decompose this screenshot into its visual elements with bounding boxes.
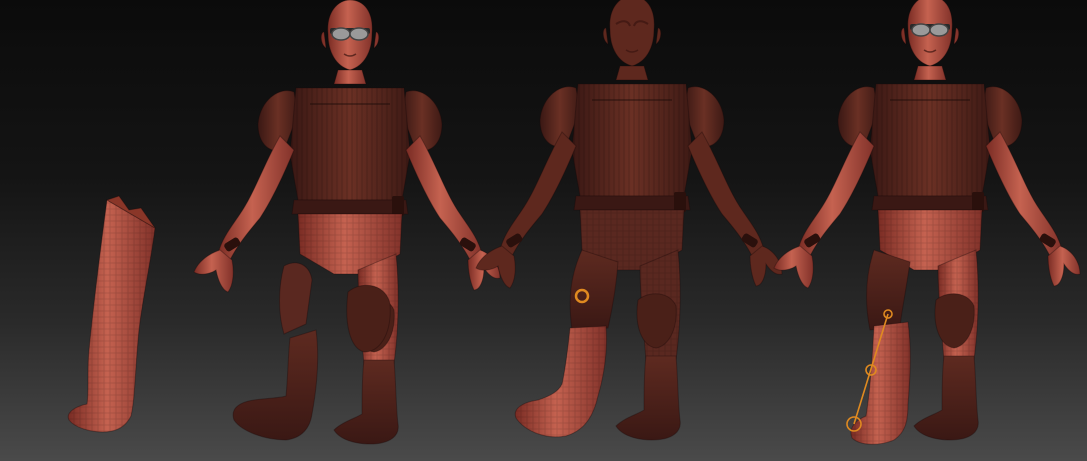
belt [871, 195, 989, 211]
boot-left [615, 355, 681, 441]
hand-right [193, 249, 234, 293]
detached-leg-subtool [67, 195, 156, 433]
exploded-knee-piece [279, 262, 313, 335]
goggle-lens-right [349, 27, 369, 41]
head [609, 0, 655, 67]
neck [333, 69, 367, 85]
goggle-lens-right [929, 23, 949, 37]
goggle-lens-left [911, 23, 931, 37]
character-figure-transpose [773, 0, 1081, 445]
neck [913, 65, 947, 81]
belt-pouch [392, 196, 404, 216]
character-figure-leg-masked [475, 0, 783, 441]
goggle-lens-left [331, 27, 351, 41]
belt [291, 199, 409, 215]
thigh-right [569, 249, 619, 331]
exploded-boot-piece [232, 329, 319, 441]
boot-left [913, 355, 979, 441]
sculpt-canvas[interactable] [0, 0, 1087, 461]
belt-pouch [972, 192, 984, 212]
character-figure-exploded-leg [193, 0, 501, 445]
zbrush-3d-viewport[interactable] [0, 0, 1087, 461]
hand-right [773, 245, 814, 289]
neck [615, 65, 649, 81]
hand-left [1047, 245, 1081, 287]
belt [573, 195, 691, 211]
boot-left [333, 359, 399, 445]
belt-pouch [674, 192, 686, 212]
